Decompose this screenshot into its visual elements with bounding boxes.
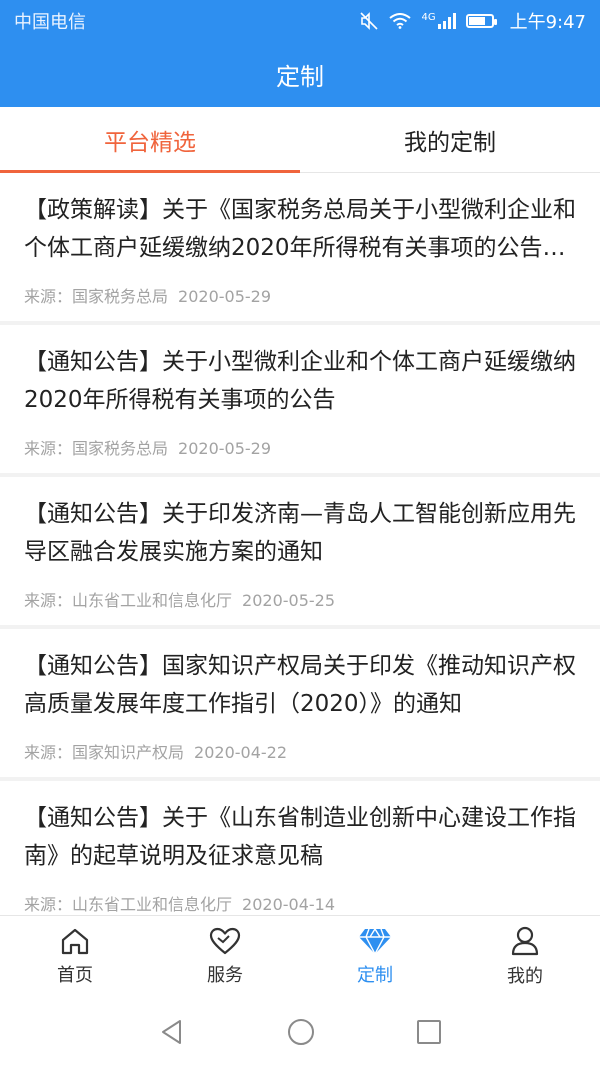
news-title: 【通知公告】关于印发济南—青岛人工智能创新应用先导区融合发展实施方案的通知 [24, 501, 576, 565]
status-bar: 中国电信 4G 上午9:47 [0, 0, 600, 42]
news-source: 国家税务总局 [72, 287, 169, 306]
nav-label: 首页 [57, 964, 93, 986]
recents-square-icon[interactable] [416, 1019, 442, 1045]
news-date: 2020-05-29 [178, 439, 272, 458]
news-title: 【通知公告】关于小型微利企业和个体工商户延缓缴纳2020年所得税有关事项的公告 [24, 349, 576, 413]
news-date: 2020-04-22 [194, 743, 288, 762]
tab-platform-picks[interactable]: 平台精选 [0, 107, 300, 173]
news-meta: 来源：国家税务总局 2020-05-29 [24, 435, 576, 459]
nav-label: 我的 [507, 965, 543, 987]
system-nav-bar [0, 997, 600, 1067]
mute-icon [359, 12, 379, 30]
source-label: 来源： [24, 591, 73, 610]
source-label: 来源： [24, 895, 73, 914]
news-source: 国家税务总局 [72, 439, 169, 458]
news-date: 2020-04-14 [242, 895, 336, 914]
carrier-label: 中国电信 [14, 12, 86, 33]
app-header: 中国电信 4G 上午9:47 定制 [0, 0, 600, 107]
list-item[interactable]: 【政策解读】关于《国家税务总局关于小型微利企业和个体工商户延缓缴纳2020年所得… [0, 173, 600, 321]
battery-icon [465, 14, 497, 28]
source-label: 来源： [24, 439, 73, 458]
nav-label: 服务 [207, 964, 243, 986]
source-label: 来源： [24, 287, 73, 306]
news-meta: 来源：山东省工业和信息化厅 2020-05-25 [24, 587, 576, 611]
home-icon [60, 927, 90, 955]
source-label: 来源： [24, 743, 73, 762]
nav-item-services[interactable]: 服务 [150, 916, 300, 997]
nav-item-home[interactable]: 首页 [0, 916, 150, 997]
nav-label: 定制 [357, 964, 393, 986]
news-date: 2020-05-29 [178, 287, 272, 306]
news-meta: 来源：国家税务总局 2020-05-29 [24, 283, 576, 307]
news-date: 2020-05-25 [242, 591, 336, 610]
news-title: 【政策解读】关于《国家税务总局关于小型微利企业和个体工商户延缓缴纳2020年所得… [24, 197, 576, 261]
tab-bar: 平台精选 我的定制 [0, 107, 600, 173]
nav-item-mine[interactable]: 我的 [450, 916, 600, 997]
status-icons: 4G 上午9:47 [359, 8, 586, 34]
diamond-icon [358, 927, 392, 955]
list-item[interactable]: 【通知公告】关于《山东省制造业创新中心建设工作指南》的起草说明及征求意见稿 来源… [0, 781, 600, 915]
signal-icon [437, 13, 456, 29]
list-item[interactable]: 【通知公告】关于小型微利企业和个体工商户延缓缴纳2020年所得税有关事项的公告 … [0, 325, 600, 473]
list-item[interactable]: 【通知公告】关于印发济南—青岛人工智能创新应用先导区融合发展实施方案的通知 来源… [0, 477, 600, 625]
news-list[interactable]: 【政策解读】关于《国家税务总局关于小型微利企业和个体工商户延缓缴纳2020年所得… [0, 173, 600, 915]
tab-my-subscriptions[interactable]: 我的定制 [300, 107, 600, 172]
user-icon [510, 926, 540, 956]
news-meta: 来源：山东省工业和信息化厅 2020-04-14 [24, 891, 576, 915]
back-triangle-icon[interactable] [158, 1018, 186, 1046]
nav-item-custom[interactable]: 定制 [300, 916, 450, 997]
news-source: 国家知识产权局 [72, 743, 185, 762]
list-item[interactable]: 【通知公告】国家知识产权局关于印发《推动知识产权高质量发展年度工作指引（2020… [0, 629, 600, 777]
news-source: 山东省工业和信息化厅 [72, 591, 233, 610]
news-source: 山东省工业和信息化厅 [72, 895, 233, 914]
bottom-nav: 首页 服务 定制 我的 [0, 915, 600, 997]
news-title: 【通知公告】关于《山东省制造业创新中心建设工作指南》的起草说明及征求意见稿 [24, 805, 576, 869]
clock-label: 上午9:47 [509, 12, 586, 33]
news-title: 【通知公告】国家知识产权局关于印发《推动知识产权高质量发展年度工作指引（2020… [24, 653, 576, 717]
network-type-label: 4G [421, 11, 436, 23]
page-title: 定制 [276, 63, 324, 91]
wifi-icon [389, 13, 412, 29]
home-circle-icon[interactable] [286, 1017, 316, 1047]
news-meta: 来源：国家知识产权局 2020-04-22 [24, 739, 576, 763]
heart-icon [209, 927, 241, 955]
